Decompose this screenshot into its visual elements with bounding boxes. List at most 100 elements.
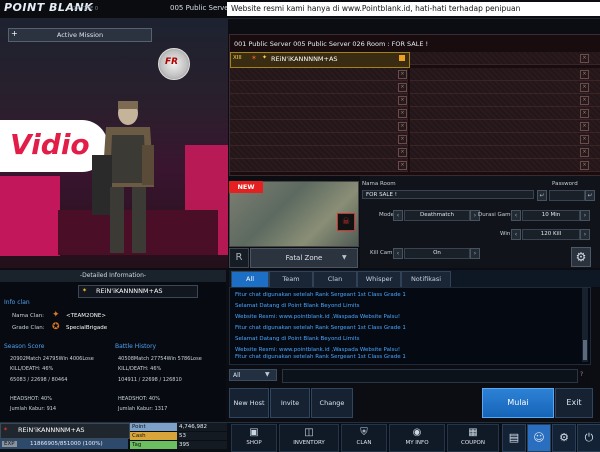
chat-message: Selamat Datang di Point Blank Beyond Lim… — [235, 336, 360, 342]
nav-shop[interactable]: ▣ SHOP — [231, 424, 277, 452]
prev-arrow-icon[interactable]: ‹ — [511, 229, 521, 240]
change-side-button[interactable]: Change Side — [311, 388, 353, 435]
skull-icon: ☠ — [337, 213, 355, 231]
clan-grade: SpecialBrigade — [66, 325, 108, 331]
chevron-down-icon[interactable]: ▼ — [342, 254, 347, 261]
player-slot[interactable] — [410, 146, 600, 159]
player-slot[interactable] — [410, 68, 600, 81]
clan-icon: ⛨ — [360, 427, 368, 438]
close-slot-icon[interactable]: × — [398, 109, 407, 118]
map-random-button[interactable]: R — [229, 248, 249, 268]
room-name-input[interactable]: FOR SALE ! — [362, 190, 534, 199]
prev-arrow-icon[interactable]: ‹ — [511, 210, 521, 221]
close-slot-icon[interactable]: × — [398, 83, 407, 92]
close-slot-icon[interactable]: × — [398, 135, 407, 144]
mode-label: Mode — [379, 212, 394, 218]
rank-badge: XIII — [233, 55, 242, 61]
close-slot-icon[interactable]: × — [580, 70, 589, 79]
enter-icon[interactable]: ↵ — [585, 190, 595, 201]
clan-grade-icon: ✪ — [52, 322, 60, 332]
clan-name: <TEAM2ONE> — [66, 313, 106, 319]
chat-tab-all[interactable]: All — [231, 271, 269, 288]
gear-icon[interactable]: ⚙ — [571, 247, 591, 267]
help-icon[interactable]: ? — [580, 371, 583, 378]
player-slot[interactable] — [230, 146, 408, 159]
chat-input[interactable] — [282, 369, 578, 383]
nav-inventory[interactable]: ◫ INVENTORY — [279, 424, 339, 452]
chat-tab-notifications[interactable]: Notifikasi — [401, 271, 451, 288]
player-slot[interactable] — [230, 159, 408, 172]
player-slot[interactable] — [230, 94, 408, 107]
exit-button[interactable]: Exit — [555, 388, 593, 418]
chat-tab-team[interactable]: Team — [269, 271, 313, 288]
player-slot[interactable] — [410, 52, 600, 65]
close-slot-icon[interactable]: × — [398, 161, 407, 170]
info-clan-title: Info clan — [4, 299, 30, 306]
prev-arrow-icon[interactable]: ‹ — [393, 210, 403, 221]
battle-headshot: HEADSHOT: 40% — [118, 396, 160, 402]
shop-icon: ▣ — [249, 427, 259, 438]
active-mission-button[interactable]: Active Mission — [8, 28, 152, 42]
password-input[interactable] — [549, 190, 585, 201]
nav-my-info[interactable]: ◉ MY INFO — [389, 424, 445, 452]
close-slot-icon[interactable]: × — [398, 148, 407, 157]
coupon-icon: ▦ — [468, 427, 478, 438]
prev-arrow-icon[interactable]: ‹ — [393, 248, 403, 259]
close-slot-icon[interactable]: × — [580, 83, 589, 92]
settings-gear-icon[interactable]: ⚙ — [552, 424, 576, 452]
sponsor-sign-text: Vidio — [10, 128, 90, 161]
calendar-icon[interactable]: ▤ — [502, 424, 526, 452]
player-slot[interactable] — [410, 94, 600, 107]
nav-coupon[interactable]: ▦ COUPON — [447, 424, 499, 452]
player-slot[interactable] — [230, 68, 408, 81]
next-arrow-icon[interactable]: › — [470, 248, 480, 259]
close-slot-icon[interactable]: × — [580, 122, 589, 131]
player-slot[interactable] — [410, 107, 600, 120]
close-slot-icon[interactable]: × — [580, 135, 589, 144]
close-slot-icon[interactable]: × — [580, 161, 589, 170]
next-arrow-icon[interactable]: › — [580, 210, 590, 221]
tag-label: Tag — [130, 441, 177, 449]
start-button[interactable]: Mulai — [482, 388, 554, 418]
close-slot-icon[interactable]: × — [580, 54, 589, 63]
chat-scroll-thumb[interactable] — [583, 340, 587, 360]
close-slot-icon[interactable]: × — [398, 96, 407, 105]
chevron-down-icon[interactable]: ▼ — [265, 371, 270, 378]
power-icon[interactable]: ⏻ — [577, 424, 600, 452]
close-slot-icon[interactable]: × — [398, 70, 407, 79]
invite-button[interactable]: Invite — [270, 388, 310, 418]
close-slot-icon[interactable]: × — [398, 122, 407, 131]
player-slot[interactable] — [230, 133, 408, 146]
player-slot[interactable] — [410, 120, 600, 133]
enter-icon[interactable]: ↵ — [537, 190, 547, 201]
shop-backdrop — [0, 176, 60, 256]
nav-clan[interactable]: ⛨ CLAN — [341, 424, 387, 452]
player-slot[interactable] — [410, 81, 600, 94]
chat-message: Fitur chat digunakan setelah Rank Sergea… — [235, 292, 406, 298]
chat-tab-whisper[interactable]: Whisper — [357, 271, 401, 288]
point-value: 4,746,982 — [177, 423, 227, 431]
battle-kabur: Jumlah Kabur: 1317 — [118, 406, 168, 412]
next-arrow-icon[interactable]: › — [580, 229, 590, 240]
close-slot-icon[interactable]: × — [580, 96, 589, 105]
player-slot[interactable] — [230, 120, 408, 133]
player-slot[interactable] — [410, 133, 600, 146]
room-name-label: Nama Room — [362, 181, 396, 187]
new-host-button[interactable]: New Host — [229, 388, 269, 418]
expand-icon: + — [11, 29, 18, 38]
season-kabur: Jumlah Kabur: 914 — [10, 406, 57, 412]
chat-tab-clan[interactable]: Clan — [313, 271, 357, 288]
news-ticker: Website resmi kami hanya di www.Pointbla… — [227, 2, 600, 16]
friends-icon[interactable]: ☺ — [527, 424, 551, 452]
chat-message: Fitur chat digunakan setelah Rank Sergea… — [235, 354, 406, 360]
player-slot[interactable] — [410, 159, 600, 172]
player-slot[interactable] — [230, 81, 408, 94]
cash-value: 53 — [177, 432, 227, 440]
close-slot-icon[interactable]: × — [580, 109, 589, 118]
rank-insignia-icon: ✶ — [3, 426, 9, 433]
battle-match: 40508Match 27754Win 5786Lose — [118, 356, 202, 362]
clan-mark-icon: ✦ — [52, 310, 60, 320]
player-character — [92, 101, 154, 253]
player-slot[interactable] — [230, 107, 408, 120]
close-slot-icon[interactable]: × — [580, 148, 589, 157]
